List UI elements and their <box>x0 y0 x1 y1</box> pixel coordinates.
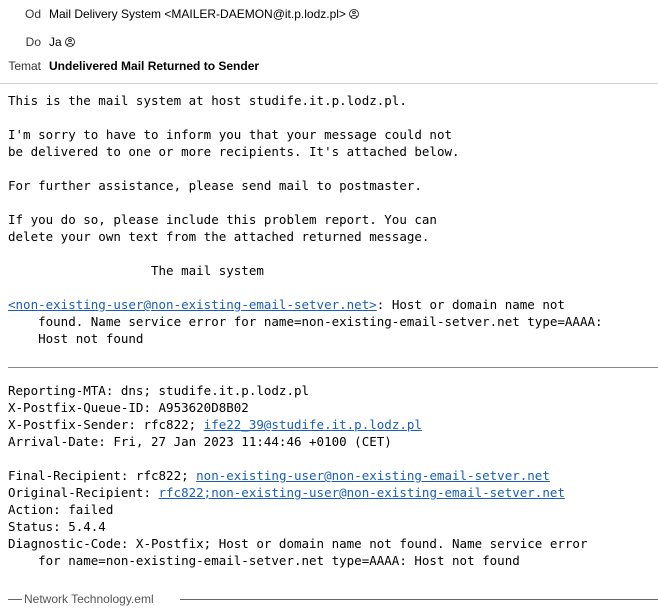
report-line: Status: 5.4.4 <box>8 519 106 534</box>
error-line: <non-existing-user@non-existing-email-se… <box>8 296 565 313</box>
from-label: Od <box>24 7 41 21</box>
from-address[interactable]: Mail Delivery System <MAILER-DAEMON@it.p… <box>49 7 346 21</box>
attachment-separator[interactable]: Network Technology.eml <box>8 590 658 608</box>
separator-line-left <box>8 599 22 600</box>
attachment-name[interactable]: Network Technology.eml <box>24 591 154 607</box>
message-header: Od Mail Delivery System <MAILER-DAEMON@i… <box>0 0 658 86</box>
body-line: delete your own text from the attached r… <box>8 229 430 244</box>
report-line: X-Postfix-Queue-ID: A953620D8B02 <box>8 400 249 415</box>
report-line: for name=non-existing-email-setver.net t… <box>8 553 520 568</box>
report-line: Action: failed <box>8 502 114 517</box>
subject-value: Undelivered Mail Returned to Sender <box>49 59 260 73</box>
body-line: be delivered to one or more recipients. … <box>8 144 460 159</box>
subject-label: Temat <box>8 59 41 73</box>
to-value[interactable]: Ja <box>49 33 75 51</box>
body-line: The mail system <box>8 263 264 278</box>
to-address[interactable]: Ja <box>49 35 62 49</box>
body-line: This is the mail system at host studife.… <box>8 93 407 108</box>
from-value[interactable]: Mail Delivery System <MAILER-DAEMON@it.p… <box>49 5 359 23</box>
final-recipient-link[interactable]: non-existing-user@non-existing-email-set… <box>196 468 550 483</box>
report-line: Final-Recipient: rfc822; non-existing-us… <box>8 467 550 484</box>
report-key: Original-Recipient: <box>8 485 159 500</box>
body-line: found. Name service error for name=non-e… <box>8 314 603 329</box>
to-label: Do <box>25 35 41 49</box>
error-text: : Host or domain name not <box>376 297 565 312</box>
report-line: Diagnostic-Code: X-Postfix; Host or doma… <box>8 536 588 551</box>
body-line: Host not found <box>8 331 144 346</box>
separator-line-right <box>180 599 658 600</box>
header-divider <box>0 83 658 84</box>
report-line: Reporting-MTA: dns; studife.it.p.lodz.pl <box>8 383 310 398</box>
report-line: X-Postfix-Sender: rfc822; ife22_39@studi… <box>8 416 422 433</box>
recipient-link[interactable]: <non-existing-user@non-existing-email-se… <box>8 297 377 312</box>
body-line: If you do so, please include this proble… <box>8 212 437 227</box>
body-line: For further assistance, please send mail… <box>8 178 422 193</box>
report-line: Original-Recipient: rfc822;non-existing-… <box>8 484 565 501</box>
contact-icon[interactable] <box>64 37 75 47</box>
report-key: X-Postfix-Sender: rfc822; <box>8 417 204 432</box>
body-line: I'm sorry to have to inform you that you… <box>8 127 453 142</box>
part-divider <box>8 367 658 368</box>
sender-link[interactable]: ife22_39@studife.it.p.lodz.pl <box>204 417 422 432</box>
report-key: Final-Recipient: rfc822; <box>8 468 197 483</box>
original-recipient-link[interactable]: rfc822;non-existing-user@non-existing-em… <box>159 485 565 500</box>
contact-icon[interactable] <box>348 9 359 19</box>
report-line: Arrival-Date: Fri, 27 Jan 2023 11:44:46 … <box>8 434 392 449</box>
